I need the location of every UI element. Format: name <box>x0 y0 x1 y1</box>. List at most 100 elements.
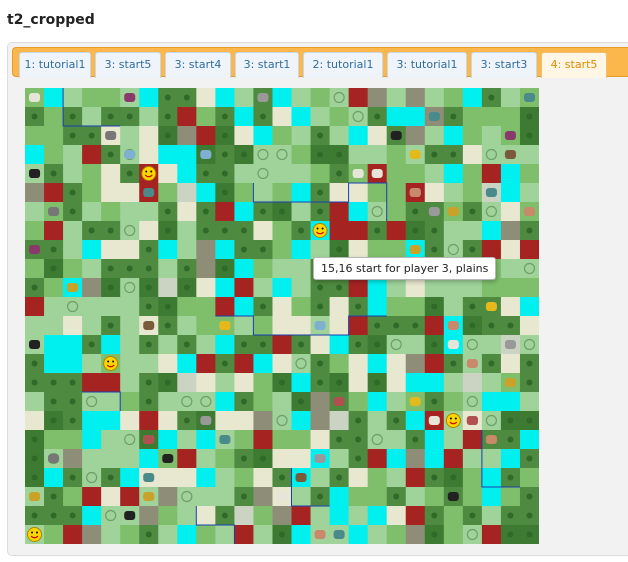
map-tile-plains[interactable] <box>120 354 140 374</box>
map-tile-tundra[interactable] <box>462 373 483 393</box>
map-tile-plains[interactable] <box>443 430 464 450</box>
map-tile-ocean[interactable] <box>291 411 312 431</box>
map-tile-plains[interactable] <box>310 107 331 127</box>
map-tile-hills[interactable] <box>139 506 159 526</box>
map-tile-plains[interactable] <box>386 278 407 298</box>
map-tile-plains[interactable] <box>101 392 121 412</box>
map-tile-plains[interactable] <box>63 240 83 260</box>
map-tile-grassland[interactable] <box>120 392 140 412</box>
map-tile-ocean[interactable] <box>348 525 369 544</box>
map-tile-volcano[interactable] <box>215 202 235 222</box>
map-tile-plains[interactable] <box>519 335 539 355</box>
map-tile-grassland[interactable] <box>44 126 64 146</box>
map-tile-plains[interactable] <box>272 164 293 184</box>
map-tile-plains[interactable] <box>120 202 140 222</box>
map-tile-ocean[interactable] <box>101 335 121 355</box>
map-tile-ocean[interactable] <box>481 468 502 488</box>
map-tile-desert[interactable] <box>348 354 369 374</box>
tab-1-tutorial1[interactable]: 1: tutorial1 <box>19 52 91 78</box>
map-tile-ocean[interactable] <box>424 373 445 393</box>
map-tile-volcano[interactable] <box>348 88 369 108</box>
map-board[interactable] <box>25 88 539 544</box>
map-tile-volcano[interactable] <box>44 183 64 203</box>
map-tile-plains[interactable] <box>272 145 293 165</box>
map-tile-desert[interactable] <box>63 316 83 336</box>
map-tile-plains[interactable] <box>424 88 445 108</box>
map-tile-ocean[interactable] <box>82 240 102 260</box>
map-tile-plains[interactable] <box>120 297 140 317</box>
map-tile-plains[interactable] <box>63 297 83 317</box>
map-tile-hills[interactable] <box>196 259 216 279</box>
map-tile-plains[interactable] <box>120 126 140 146</box>
map-tile-ocean[interactable] <box>234 297 254 317</box>
map-tile-hills[interactable] <box>500 221 521 241</box>
map-tile-ocean[interactable] <box>481 487 502 507</box>
map-tile-desert[interactable] <box>405 278 426 298</box>
map-tile-desert[interactable] <box>177 468 197 488</box>
map-tile-plains[interactable] <box>291 354 312 374</box>
map-tile-desert[interactable] <box>120 411 140 431</box>
map-tile-desert[interactable] <box>196 278 216 298</box>
map-tile-ocean[interactable] <box>329 335 350 355</box>
map-tile-ocean[interactable] <box>481 392 502 412</box>
map-tile-desert[interactable] <box>158 468 178 488</box>
map-tile-grassland[interactable] <box>234 183 254 203</box>
map-tile-volcano[interactable] <box>443 449 464 469</box>
map-tile-ocean[interactable] <box>367 392 388 412</box>
map-tile-plains[interactable] <box>82 107 102 127</box>
map-tile-plains[interactable] <box>405 487 426 507</box>
map-tile-desert[interactable] <box>215 411 235 431</box>
map-tile-grassland[interactable] <box>63 430 83 450</box>
map-tile-ocean[interactable] <box>139 449 159 469</box>
map-tile-plains[interactable] <box>386 430 407 450</box>
map-tile-grassland[interactable] <box>82 88 102 108</box>
map-tile-desert[interactable] <box>158 354 178 374</box>
map-tile-plains[interactable] <box>101 506 121 526</box>
map-tile-grassland[interactable] <box>272 126 293 146</box>
map-tile-plains[interactable] <box>177 487 197 507</box>
map-tile-plains[interactable] <box>424 164 445 184</box>
map-tile-plains[interactable] <box>272 411 293 431</box>
map-tile-plains[interactable] <box>329 88 350 108</box>
map-tile-ocean[interactable] <box>82 411 102 431</box>
map-tile-plains[interactable] <box>443 183 464 203</box>
map-tile-volcano[interactable] <box>82 487 102 507</box>
tab-4-start5[interactable]: 4: start5 <box>541 52 607 78</box>
map-tile-ocean[interactable] <box>44 335 64 355</box>
map-tile-volcano[interactable] <box>329 221 350 241</box>
map-tile-volcano[interactable] <box>386 221 407 241</box>
map-tile-grassland[interactable] <box>462 487 483 507</box>
map-tile-grassland[interactable] <box>196 107 216 127</box>
map-tile-ocean[interactable] <box>367 278 388 298</box>
map-tile-plains[interactable] <box>158 259 178 279</box>
map-tile-plains[interactable] <box>177 430 197 450</box>
map-tile-ocean[interactable] <box>215 240 235 260</box>
map-tile-hills[interactable] <box>177 126 197 146</box>
map-tile-volcano[interactable] <box>101 373 121 393</box>
map-tile-volcano[interactable] <box>424 354 445 374</box>
map-tile-desert[interactable] <box>177 202 197 222</box>
map-tile-plains[interactable] <box>367 430 388 450</box>
map-tile-hills[interactable] <box>253 487 273 507</box>
map-tile-grassland[interactable] <box>500 278 521 298</box>
map-tile-plains[interactable] <box>215 487 235 507</box>
map-tile-ocean[interactable] <box>44 354 64 374</box>
tab-3-start3[interactable]: 3: start3 <box>471 52 537 78</box>
map-tile-grassland[interactable] <box>44 107 64 127</box>
map-tile-plains[interactable] <box>120 221 140 241</box>
map-tile-plains[interactable] <box>196 487 216 507</box>
map-tile-ocean[interactable] <box>367 354 388 374</box>
map-tile-plains[interactable] <box>25 202 45 222</box>
map-tile-desert[interactable] <box>101 164 121 184</box>
map-tile-grassland[interactable] <box>158 506 178 526</box>
map-tile-plains[interactable] <box>481 411 502 431</box>
map-tile-plains[interactable] <box>443 373 464 393</box>
map-tile-plains[interactable] <box>177 221 197 241</box>
map-tile-plains[interactable] <box>405 335 426 355</box>
map-tile-grassland[interactable] <box>443 88 464 108</box>
map-tile-desert[interactable] <box>196 88 216 108</box>
map-tile-grassland[interactable] <box>348 487 369 507</box>
map-tile-grassland[interactable] <box>310 88 331 108</box>
map-tile-grassland[interactable] <box>272 221 293 241</box>
map-tile-ocean[interactable] <box>82 430 102 450</box>
